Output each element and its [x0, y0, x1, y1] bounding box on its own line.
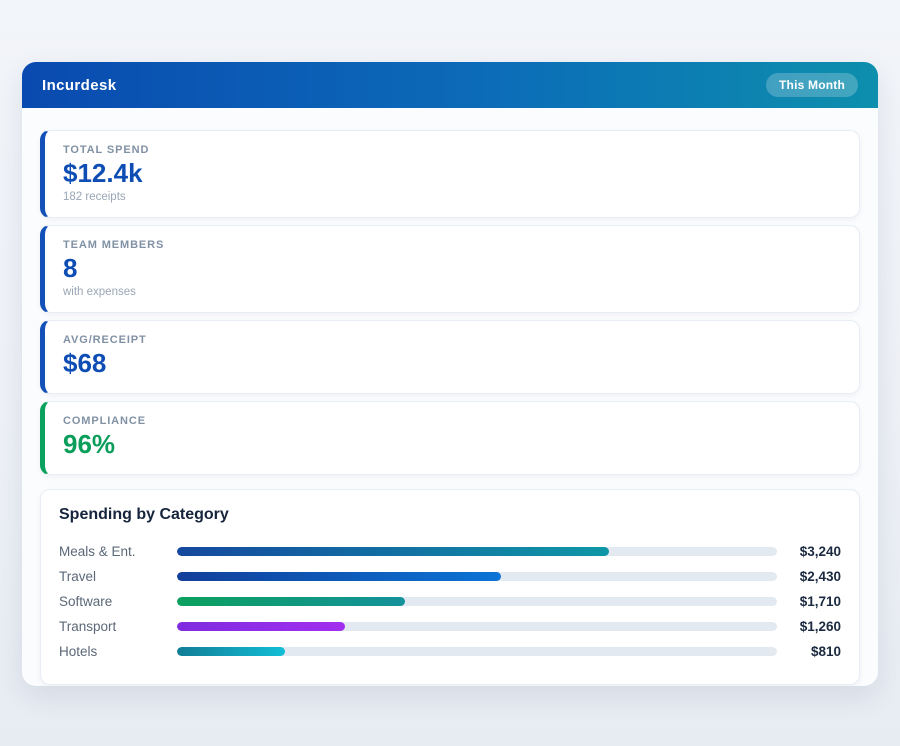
stat-label: COMPLIANCE: [63, 415, 841, 427]
bar-category-label: Transport: [59, 619, 177, 634]
bar-track: [177, 647, 777, 656]
bar-track: [177, 622, 777, 631]
bar-row-hotels: Hotels $810: [59, 639, 841, 664]
bar-value-label: $1,710: [777, 594, 841, 609]
bar-fill: [177, 622, 345, 631]
period-badge[interactable]: This Month: [766, 73, 858, 97]
bar-track: [177, 572, 777, 581]
stat-value: 96%: [63, 430, 841, 460]
chart-title: Spending by Category: [59, 506, 841, 524]
dashboard-card: Incurdesk This Month TOTAL SPEND $12.4k …: [22, 62, 878, 686]
bar-value-label: $1,260: [777, 619, 841, 634]
bar-fill: [177, 647, 285, 656]
stat-card-team-members: TEAM MEMBERS 8 with expenses: [40, 225, 860, 313]
dashboard-content: TOTAL SPEND $12.4k 182 receipts TEAM MEM…: [22, 108, 878, 686]
bar-category-label: Software: [59, 594, 177, 609]
bar-track: [177, 597, 777, 606]
stat-subtext: 182 receipts: [63, 191, 841, 203]
bar-fill: [177, 597, 405, 606]
bar-value-label: $810: [777, 644, 841, 659]
stat-card-avg-receipt: AVG/RECEIPT $68: [40, 320, 860, 394]
stat-label: TOTAL SPEND: [63, 144, 841, 156]
stat-card-compliance: COMPLIANCE 96%: [40, 401, 860, 475]
bar-row-travel: Travel $2,430: [59, 564, 841, 589]
stat-label: AVG/RECEIPT: [63, 334, 841, 346]
stat-value: 8: [63, 254, 841, 284]
stat-label: TEAM MEMBERS: [63, 239, 841, 251]
spending-chart-card: Spending by Category Meals & Ent. $3,240…: [40, 489, 860, 685]
stat-value: $12.4k: [63, 159, 841, 189]
stat-card-total-spend: TOTAL SPEND $12.4k 182 receipts: [40, 130, 860, 218]
bar-row-meals: Meals & Ent. $3,240: [59, 539, 841, 564]
app-title: Incurdesk: [42, 77, 116, 94]
stat-subtext: with expenses: [63, 286, 841, 298]
bar-category-label: Meals & Ent.: [59, 544, 177, 559]
bar-row-software: Software $1,710: [59, 589, 841, 614]
bar-category-label: Hotels: [59, 644, 177, 659]
bar-value-label: $3,240: [777, 544, 841, 559]
bar-category-label: Travel: [59, 569, 177, 584]
bar-track: [177, 547, 777, 556]
stat-value: $68: [63, 349, 841, 379]
bar-value-label: $2,430: [777, 569, 841, 584]
bar-fill: [177, 547, 609, 556]
app-header: Incurdesk This Month: [22, 62, 878, 108]
bar-row-transport: Transport $1,260: [59, 614, 841, 639]
bar-fill: [177, 572, 501, 581]
